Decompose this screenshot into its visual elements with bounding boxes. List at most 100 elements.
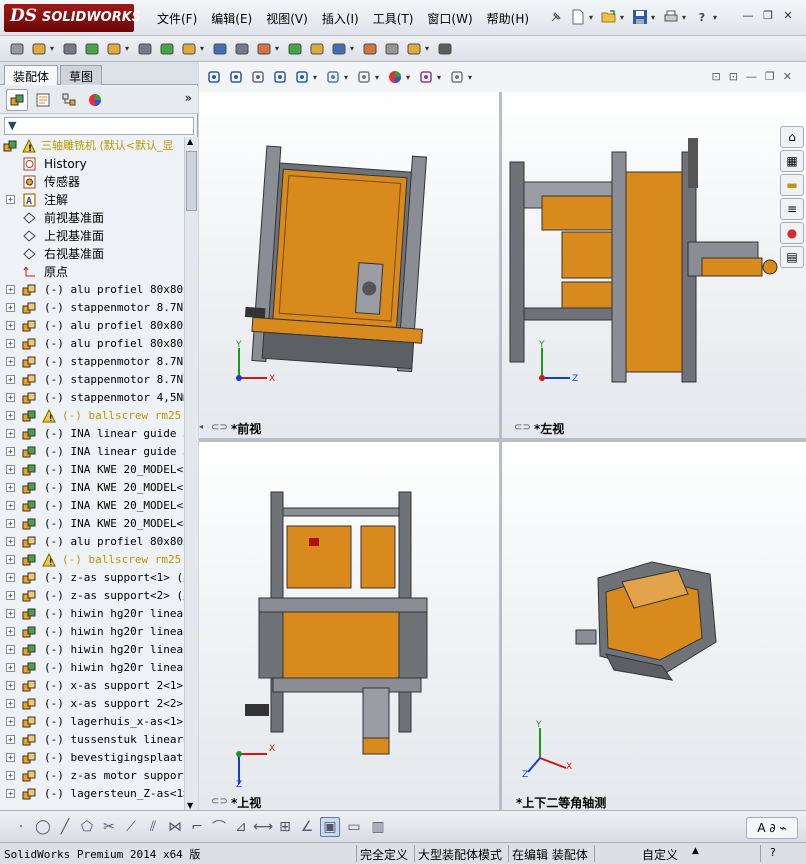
link-views-icon[interactable]: ⊂⊃ <box>211 422 228 433</box>
expand-icon[interactable]: + <box>6 429 15 438</box>
previous-view-icon[interactable] <box>249 68 267 86</box>
chevron-down-icon[interactable]: ▾ <box>713 13 719 22</box>
exploded-view-icon[interactable] <box>361 40 379 58</box>
dimension-icon[interactable]: ⟷ <box>253 818 273 836</box>
tab-assembly[interactable]: 装配体 <box>4 65 59 85</box>
chevron-down-icon[interactable]: ▾ <box>682 13 688 22</box>
expand-icon[interactable]: + <box>6 789 15 798</box>
expand-icon[interactable]: + <box>6 321 15 330</box>
appearance-icon[interactable]: ● <box>780 222 804 244</box>
zoom-area-icon[interactable] <box>227 68 245 86</box>
move-component-icon[interactable] <box>211 40 229 58</box>
offset-icon[interactable]: ⫽ <box>144 818 162 836</box>
tree-item[interactable]: History <box>0 155 184 173</box>
solidworks-logo[interactable]: DS SOLIDWORKS <box>4 4 141 32</box>
minimize-icon[interactable]: — <box>738 9 758 25</box>
zoom-to-fit-icon[interactable] <box>205 68 223 86</box>
expand-icon[interactable]: + <box>6 375 15 384</box>
scroll-thumb[interactable] <box>186 151 197 211</box>
assembly-features-icon[interactable] <box>255 40 273 58</box>
menu-view[interactable]: 视图(V) <box>259 8 315 28</box>
tree-item[interactable]: + (-) stappenmotor 8.7N N <box>0 371 184 389</box>
chevron-down-icon[interactable]: ▾ <box>50 44 56 53</box>
viewport-isometric[interactable]: Y X Z *上下二等角轴测 <box>502 442 806 810</box>
tree-item[interactable]: + (-) stappenmotor 4,5Nm <box>0 389 184 407</box>
expand-icon[interactable]: + <box>6 645 15 654</box>
chevron-down-icon[interactable]: ▾ <box>620 13 626 22</box>
tree-item[interactable]: + (-) lagersteun_Z-as<1> <box>0 785 184 803</box>
tab-sketch[interactable]: 草图 <box>60 65 103 85</box>
tree-item[interactable]: + (-) z-as motor support< <box>0 767 184 785</box>
expand-icon[interactable]: + <box>6 357 15 366</box>
display-style-icon[interactable] <box>324 68 342 86</box>
two-view-icon[interactable]: ▥ <box>368 817 388 837</box>
feature-manager-icon[interactable] <box>6 88 28 111</box>
view-settings-icon[interactable] <box>448 68 466 86</box>
tree-item[interactable]: + (-) z-as support<1> (默 <box>0 569 184 587</box>
display-manager-icon[interactable] <box>84 89 106 111</box>
file-explorer-icon[interactable]: ≡ <box>780 198 804 220</box>
tree-item[interactable]: + (-) lagerhuis_x-as<1> ( <box>0 713 184 731</box>
tree-item[interactable]: + (-) x-as support 2<2> ( <box>0 695 184 713</box>
single-view-icon[interactable]: ▭ <box>344 817 364 837</box>
tree-item[interactable]: 传感器 <box>0 173 184 191</box>
save-icon[interactable] <box>631 8 649 26</box>
paperclip-icon[interactable] <box>61 40 79 58</box>
expand-icon[interactable]: + <box>6 303 15 312</box>
line-icon[interactable]: ╱ <box>56 818 74 836</box>
units-dropdown-icon[interactable]: ▲ <box>692 846 699 856</box>
tree-scrollbar[interactable]: ▲ ▼ <box>184 137 198 810</box>
reference-geometry-icon[interactable] <box>286 40 304 58</box>
tree-item[interactable]: + (-) stappenmotor 8.7N N <box>0 299 184 317</box>
tree-item[interactable]: + (-) stappenmotor 8.7N N <box>0 353 184 371</box>
new-motion-study-icon[interactable] <box>308 40 326 58</box>
configuration-manager-icon[interactable] <box>58 89 80 111</box>
chevron-down-icon[interactable]: ▾ <box>406 73 412 82</box>
expand-icon[interactable]: + <box>6 483 15 492</box>
tree-item[interactable]: + (-) INA KWE 20_MODEL<4> <box>0 515 184 533</box>
expand-icon[interactable]: + <box>6 573 15 582</box>
expand-icon[interactable]: + <box>6 555 15 564</box>
graphics-area[interactable]: ▾ ▾ ▾ ▾ ▾ ▾ ⊡ ⊡ — ❐ ✕ Y X ⊂⊃ *前视 Y Z ⊂⊃ … <box>199 62 806 810</box>
shaded-view-icon[interactable]: ▣ <box>320 816 340 837</box>
chevron-down-icon[interactable]: ▾ <box>651 13 657 22</box>
print-icon[interactable] <box>662 8 680 26</box>
angle-icon[interactable]: ∠ <box>298 818 316 836</box>
expand-icon[interactable]: + <box>6 591 15 600</box>
link-views-icon[interactable]: ⊂⊃ <box>211 796 228 807</box>
expand-icon[interactable]: + <box>6 519 15 528</box>
input-method-icon[interactable]: A ∂ ⌁ <box>746 817 798 839</box>
convert-icon[interactable]: ⌐ <box>188 818 206 836</box>
tree-item[interactable]: + (-) z-as support<2> (默 <box>0 587 184 605</box>
tree-item[interactable]: + (-) alu profiel 80x80x1 <box>0 281 184 299</box>
tree-item[interactable]: 前视基准面 <box>0 209 184 227</box>
menu-edit[interactable]: 编辑(E) <box>204 8 259 28</box>
expand-icon[interactable]: + <box>6 447 15 456</box>
expand-icon[interactable]: + <box>6 393 15 402</box>
expand-icon[interactable]: + <box>6 699 15 708</box>
tree-item[interactable]: + (-) alu profiel 80x80x1 <box>0 317 184 335</box>
tree-item[interactable]: + (-) alu profiel 80x80x1 <box>0 335 184 353</box>
smart-fasteners-icon[interactable] <box>180 40 198 58</box>
status-units[interactable]: 自定义 <box>642 846 678 863</box>
chevron-down-icon[interactable]: ▾ <box>437 73 443 82</box>
instant3d-icon[interactable] <box>436 40 454 58</box>
tree-item[interactable]: +! (-) ballscrew rm25 X <box>0 407 184 425</box>
tree-item[interactable]: + (-) hiwin hg20r linear <box>0 605 184 623</box>
folder-icon[interactable]: ▬ <box>780 174 804 196</box>
viewport-left[interactable]: Y Z ⊂⊃ *左视 <box>502 92 806 438</box>
tree-item[interactable]: + A 注解 <box>0 191 184 209</box>
chevron-down-icon[interactable]: ▾ <box>589 13 595 22</box>
expand-icon[interactable]: + <box>6 501 15 510</box>
view-orientation-icon[interactable] <box>293 68 311 86</box>
close-icon[interactable]: ✕ <box>778 9 798 25</box>
chevron-down-icon[interactable]: ▾ <box>468 73 474 82</box>
viewport-close-icon[interactable]: ✕ <box>783 70 792 83</box>
pin-icon[interactable] <box>547 8 565 26</box>
extend-icon[interactable]: ⟋ <box>122 818 140 836</box>
tree-item[interactable]: + (-) tussenstuk lineare <box>0 731 184 749</box>
tree-item[interactable]: +! (-) ballscrew rm25 z <box>0 551 184 569</box>
open-part-icon[interactable] <box>8 40 26 58</box>
viewport-restore-icon[interactable]: ❐ <box>765 70 775 83</box>
filter-input[interactable] <box>23 118 191 134</box>
